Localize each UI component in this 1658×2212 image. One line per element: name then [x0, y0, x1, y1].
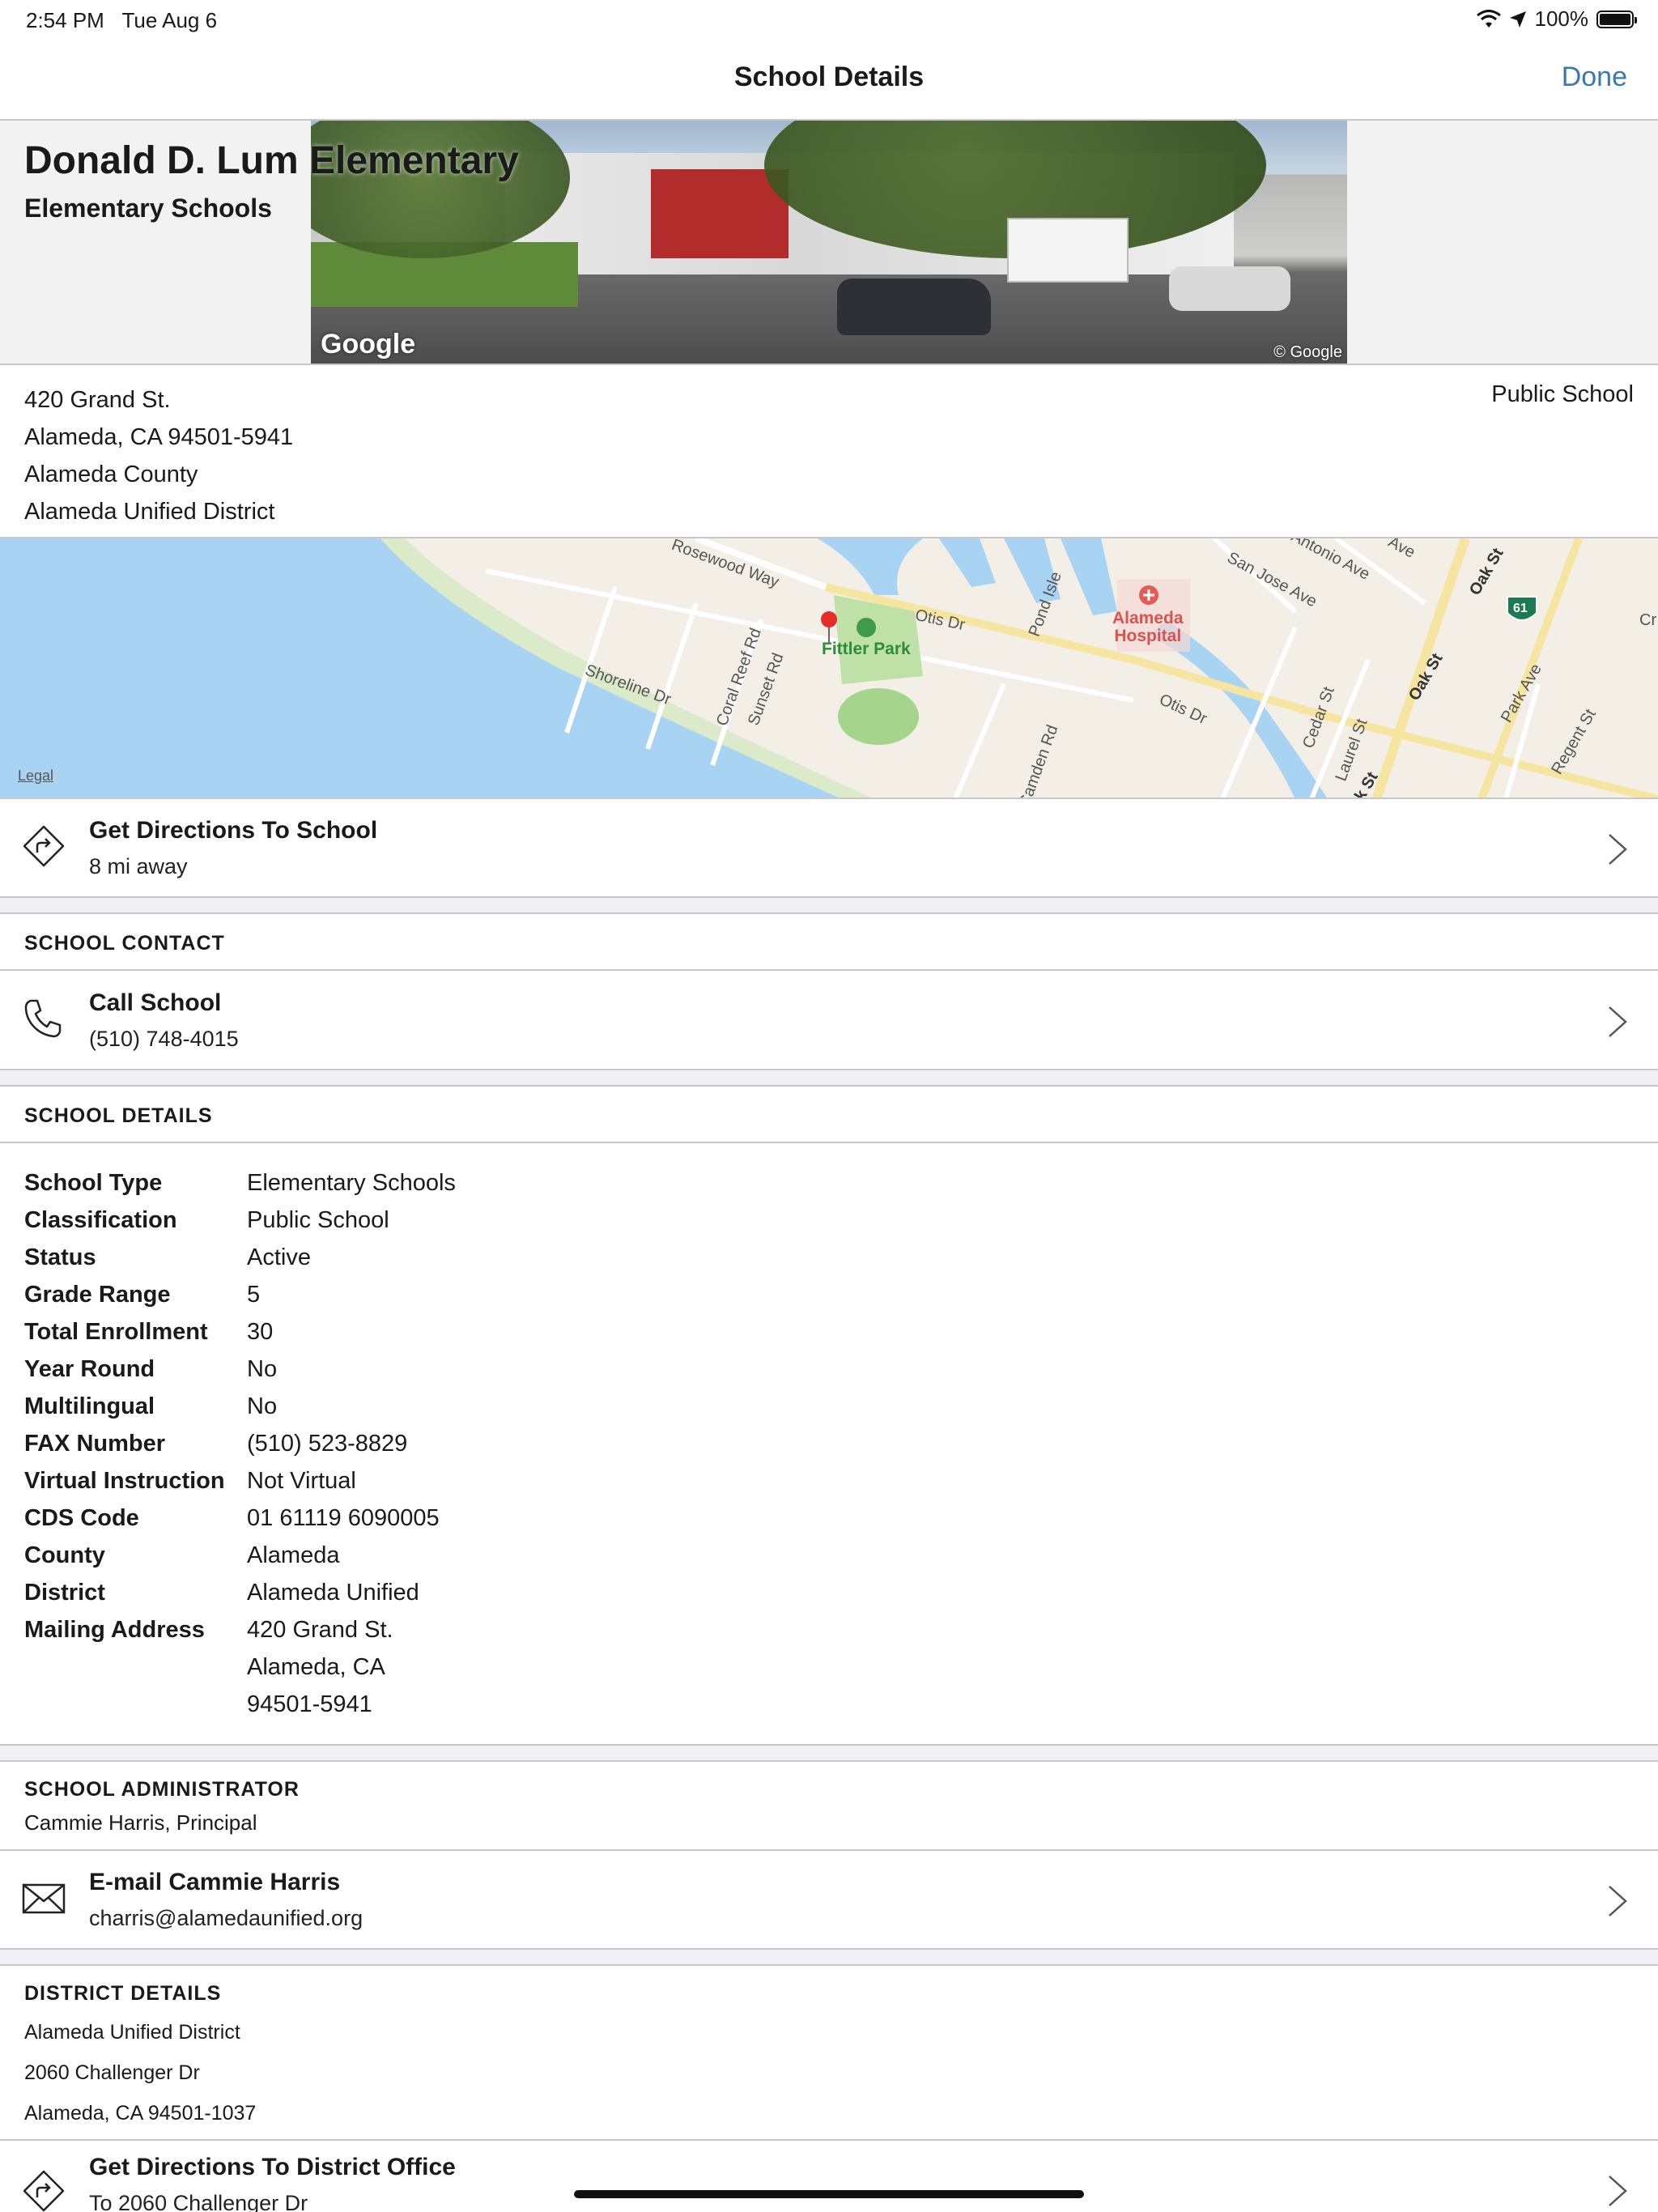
school-phone-number: (510) 748-4015 — [89, 1027, 239, 1051]
detail-key: FAX Number — [24, 1431, 166, 1457]
district-directions-title: Get Directions To District Office — [89, 2154, 456, 2180]
phone-icon — [24, 999, 62, 1038]
directions-to-district-row[interactable]: Get Directions To District Office To 206… — [0, 2141, 1658, 2212]
directions-to-school-row[interactable]: Get Directions To School 8 mi away — [0, 799, 1658, 896]
address-line: Alameda Unified District — [24, 499, 275, 525]
google-watermark: Google — [321, 329, 416, 359]
school-administrator-section: SCHOOL ADMINISTRATOR Cammie Harris, Prin… — [0, 1762, 1658, 1851]
status-bar: 2:54 PM Tue Aug 6 100% — [0, 0, 1658, 37]
detail-value: Not Virtual — [247, 1468, 356, 1494]
detail-key: Year Round — [24, 1356, 155, 1382]
status-indicators: 100% — [1476, 6, 1637, 32]
map-graphic — [0, 538, 1658, 798]
email-administrator-row[interactable]: E-mail Cammie Harris charris@alamedaunif… — [0, 1851, 1658, 1948]
school-address: 420 Grand St. Alameda, CA 94501-5941 Ala… — [0, 365, 1658, 538]
directions-icon — [23, 2170, 65, 2212]
directions-distance: 8 mi away — [89, 854, 188, 878]
detail-key: School Type — [24, 1170, 163, 1196]
detail-key: Mailing Address — [24, 1617, 205, 1643]
school-details-table: School Type Elementary Schools Classifica… — [0, 1145, 1658, 1744]
school-name: Donald D. Lum Elementary — [24, 139, 519, 182]
detail-value: Active — [247, 1244, 311, 1270]
navigation-bar: School Details Done — [0, 37, 1658, 121]
mail-icon — [22, 1883, 66, 1914]
section-separator — [0, 896, 1658, 914]
detail-value: Alameda — [247, 1542, 340, 1568]
detail-value: No — [247, 1356, 278, 1382]
district-details-header: DISTRICT DETAILS — [24, 1982, 222, 2005]
administrator-name: Cammie Harris, Principal — [24, 1810, 257, 1835]
highway-shield-icon: 61 — [1513, 602, 1528, 615]
detail-key: CDS Code — [24, 1505, 139, 1531]
detail-value: 5 — [247, 1282, 261, 1308]
section-separator — [0, 1744, 1658, 1762]
district-line: Alameda, CA 94501-1037 — [24, 2102, 257, 2125]
email-address: charris@alamedaunified.org — [89, 1906, 363, 1930]
detail-key: Status — [24, 1244, 96, 1270]
map-street-label: Cr — [1639, 611, 1657, 629]
chevron-right-icon — [1609, 2176, 1627, 2206]
page-title: School Details — [733, 62, 925, 92]
done-button[interactable]: Done — [1562, 62, 1627, 93]
email-title: E-mail Cammie Harris — [89, 1869, 341, 1895]
location-pin-icon[interactable] — [819, 611, 839, 644]
school-contact-header: SCHOOL CONTACT — [0, 914, 1658, 971]
detail-value: (510) 523-8829 — [247, 1431, 408, 1457]
chevron-right-icon — [1609, 834, 1627, 865]
school-type-label: Public School — [1491, 381, 1634, 407]
section-separator — [0, 1069, 1658, 1087]
school-category: Elementary Schools — [24, 194, 272, 223]
battery-icon — [1596, 10, 1637, 28]
battery-percent: 100% — [1534, 6, 1589, 31]
detail-key: District — [24, 1580, 105, 1606]
district-details-section: DISTRICT DETAILS Alameda Unified Distric… — [0, 1966, 1658, 2141]
directions-icon — [23, 825, 65, 867]
call-school-row[interactable]: Call School (510) 748-4015 — [0, 972, 1658, 1069]
detail-key: Multilingual — [24, 1393, 155, 1419]
detail-value: Elementary Schools — [247, 1170, 456, 1196]
wifi-icon — [1476, 9, 1501, 28]
detail-value: 30 — [247, 1319, 274, 1345]
detail-value: Public School — [247, 1207, 389, 1233]
home-indicator[interactable] — [574, 2190, 1084, 2198]
school-administrator-header: SCHOOL ADMINISTRATOR — [24, 1778, 300, 1801]
detail-value: 01 61119 6090005 — [247, 1505, 440, 1531]
detail-key: County — [24, 1542, 105, 1568]
location-map[interactable]: Rosewood Way Otis Dr Otis Dr Shoreline D… — [0, 538, 1658, 799]
detail-value: 420 Grand St. — [247, 1617, 393, 1643]
call-school-title: Call School — [89, 989, 222, 1016]
detail-key: Total Enrollment — [24, 1319, 208, 1345]
school-details-header: SCHOOL DETAILS — [0, 1087, 1658, 1143]
section-separator — [0, 1948, 1658, 1966]
detail-value: No — [247, 1393, 278, 1419]
location-arrow-icon — [1509, 11, 1526, 28]
address-line: Alameda County — [24, 462, 198, 487]
google-copyright: © Google — [1273, 343, 1342, 361]
chevron-right-icon — [1609, 1006, 1627, 1037]
hospital-label: Alameda Hospital — [1112, 609, 1184, 645]
detail-value: Alameda Unified — [247, 1580, 419, 1606]
address-line: Alameda, CA 94501-5941 — [24, 424, 294, 450]
address-line: 420 Grand St. — [24, 387, 171, 413]
directions-title: Get Directions To School — [89, 817, 378, 844]
detail-key: Classification — [24, 1207, 177, 1233]
district-line: 2060 Challenger Dr — [24, 2061, 200, 2084]
map-legal-link[interactable]: Legal — [18, 768, 53, 785]
district-line: Alameda Unified District — [24, 2021, 240, 2044]
chevron-right-icon — [1609, 1886, 1627, 1916]
status-time: 2:54 PM Tue Aug 6 — [26, 8, 218, 32]
school-header: Google © Google Donald D. Lum Elementary… — [0, 121, 1658, 365]
detail-key: Virtual Instruction — [24, 1468, 225, 1494]
district-directions-subtitle: To 2060 Challenger Dr — [89, 2191, 308, 2212]
detail-key: Grade Range — [24, 1282, 171, 1308]
